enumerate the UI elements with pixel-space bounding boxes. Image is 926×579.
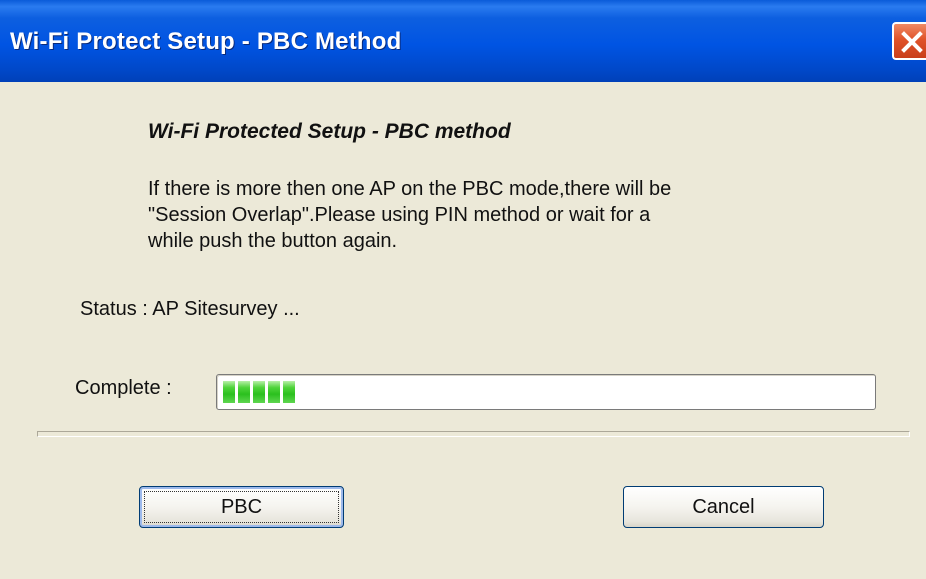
complete-label: Complete : [75,377,172,399]
section-heading: Wi-Fi Protected Setup - PBC method [148,120,511,143]
progress-segment [223,381,235,403]
progress-segment [238,381,250,403]
description-line: If there is more then one AP on the PBC … [148,178,672,200]
dialog-body: Wi-Fi Protected Setup - PBC method If th… [0,82,926,579]
dialog-window: Wi-Fi Protect Setup - PBC Method Wi-Fi P… [0,0,926,579]
pbc-button[interactable]: PBC [139,486,344,528]
close-button[interactable] [892,22,926,60]
progress-segment [283,381,295,403]
description-line: "Session Overlap".Please using PIN metho… [148,204,651,226]
divider [37,431,910,437]
description-text: If there is more then one AP on the PBC … [148,176,868,254]
description-line: while push the button again. [148,230,398,252]
progress-segment [268,381,280,403]
status-text: Status : AP Sitesurvey ... [80,298,300,320]
progress-segment [253,381,265,403]
progress-bar [216,374,876,410]
close-icon [901,31,923,53]
pbc-button-label: PBC [220,496,263,518]
window-title: Wi-Fi Protect Setup - PBC Method [10,28,402,55]
cancel-button-label: Cancel [692,496,755,518]
title-bar[interactable]: Wi-Fi Protect Setup - PBC Method [0,0,926,82]
cancel-button[interactable]: Cancel [623,486,824,528]
progress-fill [223,381,295,403]
